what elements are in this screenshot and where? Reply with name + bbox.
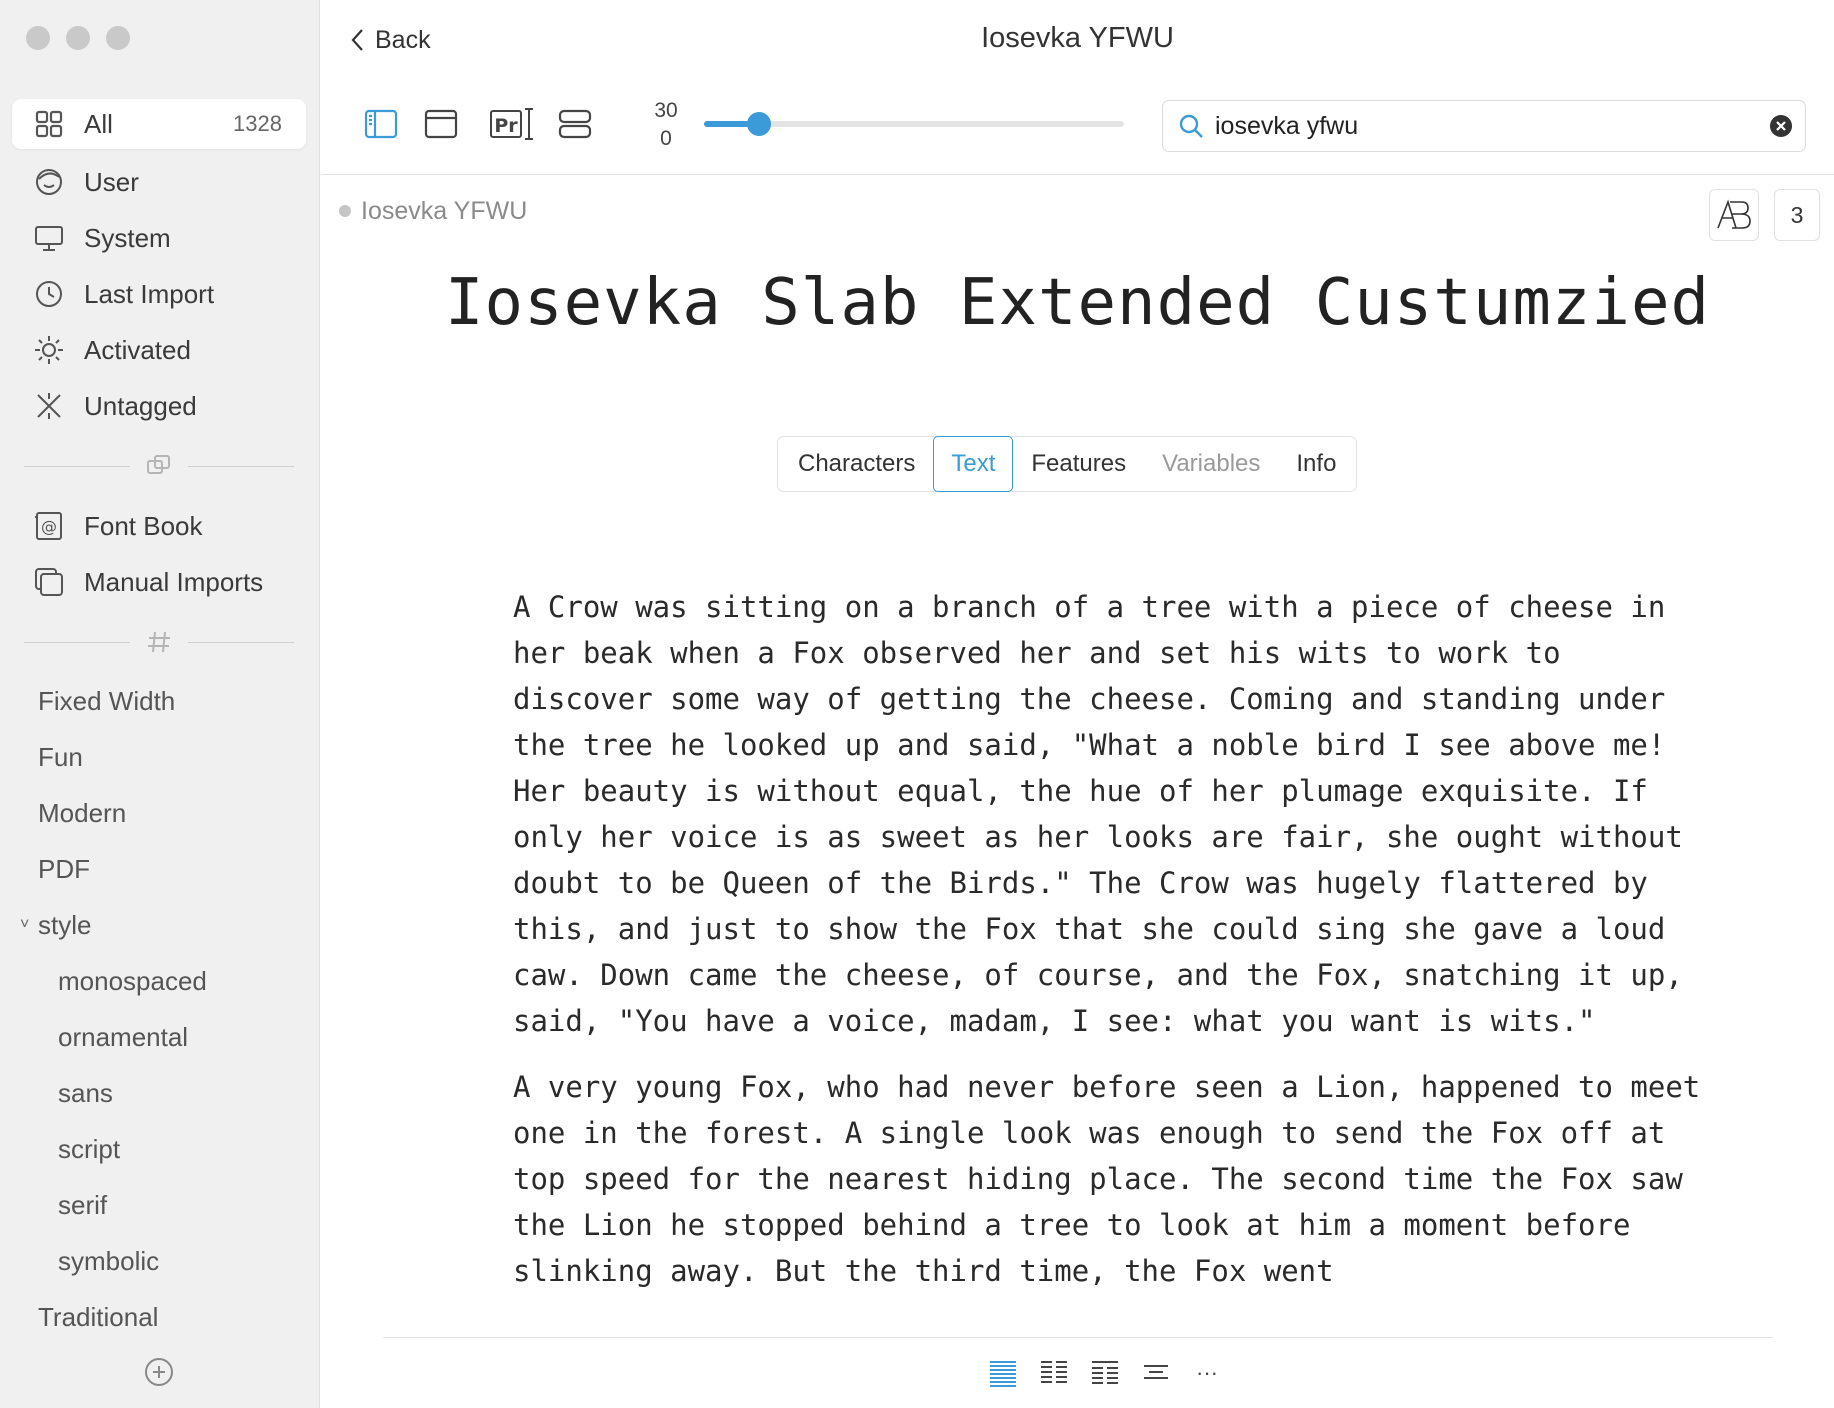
sidebar-item-system[interactable]: System <box>12 213 306 263</box>
search-icon <box>1177 112 1205 140</box>
tag-label: style <box>38 909 92 940</box>
sidebar-item-label: All <box>84 108 113 139</box>
tab-characters[interactable]: Characters <box>780 437 933 491</box>
plus-circle-icon <box>145 1358 173 1386</box>
tag-script[interactable]: script <box>58 1129 120 1169</box>
tab-text[interactable]: Text <box>933 436 1014 492</box>
sidebar: All 1328 User System Last Import Activat… <box>0 0 320 1408</box>
window-title: Iosevka YFWU <box>981 22 1174 54</box>
sidebar-item-font-book[interactable]: @ Font Book <box>12 501 306 551</box>
hash-icon <box>144 627 174 657</box>
clear-search-button[interactable] <box>1769 114 1793 138</box>
align-center-icon <box>1144 1365 1168 1379</box>
tag-modern[interactable]: Modern <box>38 793 126 833</box>
more-options-button[interactable]: ··· <box>1191 1357 1223 1389</box>
style-count-button[interactable]: 3 <box>1774 189 1820 241</box>
status-dot <box>339 205 351 217</box>
svg-text:@: @ <box>41 517 57 536</box>
font-size-min: 0 <box>660 127 672 150</box>
sidebar-item-label: Untagged <box>84 390 197 421</box>
tag-fixed-width[interactable]: Fixed Width <box>38 681 175 721</box>
at-book-icon: @ <box>32 509 66 543</box>
rows-icon <box>558 109 592 139</box>
sidebar-toggle-icon <box>364 109 398 139</box>
sidebar-item-label: System <box>84 222 171 253</box>
add-tag-button[interactable] <box>143 1356 175 1388</box>
search-input[interactable] <box>1215 111 1735 141</box>
tag-sans[interactable]: sans <box>58 1073 113 1113</box>
justify-lines-icon <box>990 1361 1016 1387</box>
slider-knob[interactable] <box>746 112 771 136</box>
tags-divider <box>24 627 294 657</box>
preview-text-icon: Pr <box>490 108 533 140</box>
zoom-window-button[interactable] <box>106 26 130 50</box>
layout-single-column-button[interactable] <box>987 1357 1019 1389</box>
tab-features[interactable]: Features <box>1013 437 1144 491</box>
sidebar-item-activated[interactable]: Activated <box>12 325 306 375</box>
view-list-button[interactable] <box>557 106 593 142</box>
two-columns-icon <box>1041 1361 1067 1383</box>
font-size-slider[interactable] <box>704 112 1124 136</box>
sidebar-item-all[interactable]: All 1328 <box>12 99 306 149</box>
layout-bar: ··· <box>383 1337 1773 1408</box>
layout-header-columns-button[interactable] <box>1089 1357 1121 1389</box>
view-sidebar-button[interactable] <box>363 106 399 142</box>
tag-traditional[interactable]: Traditional <box>38 1297 158 1337</box>
sidebar-item-label: Manual Imports <box>84 566 264 597</box>
sun-icon <box>32 333 66 367</box>
sample-paragraph: A very young Fox, who had never before s… <box>513 1070 1701 1288</box>
font-title: Iosevka Slab Extended Custumzied <box>445 266 1710 340</box>
sidebar-item-manual-imports[interactable]: Manual Imports <box>12 557 306 607</box>
layout-centered-button[interactable] <box>1140 1357 1172 1389</box>
layout-two-column-button[interactable] <box>1038 1357 1070 1389</box>
search-field[interactable] <box>1162 100 1806 152</box>
main-panel: Back Iosevka YFWU Pr 30 0 iosevka yfwu I… <box>321 0 1834 1408</box>
sample-paragraph: A Crow was sitting on a branch of a tree… <box>513 590 1683 1038</box>
font-family-name: Iosevka YFWU <box>361 196 528 225</box>
collection-stack-icon <box>144 451 174 481</box>
sparkle-icon <box>32 389 66 423</box>
tag-fun[interactable]: Fun <box>38 737 83 777</box>
collections-divider <box>24 451 294 481</box>
sidebar-item-user[interactable]: User <box>12 157 306 207</box>
tab-variables[interactable]: Variables <box>1144 437 1278 491</box>
window-controls <box>26 26 130 50</box>
tag-ornamental[interactable]: ornamental <box>58 1017 188 1057</box>
header-columns-icon <box>1092 1361 1118 1384</box>
stacked-squares-icon <box>32 565 66 599</box>
preview-mode-tabs: Characters Text Features Variables Info <box>777 436 1358 492</box>
glyph-preview-button[interactable] <box>1709 189 1759 241</box>
close-window-button[interactable] <box>26 26 50 50</box>
tab-info[interactable]: Info <box>1278 437 1354 491</box>
sidebar-item-label: Last Import <box>84 278 215 309</box>
toolbar-divider <box>321 174 1834 175</box>
sidebar-item-label: Activated <box>84 334 191 365</box>
font-count: 1328 <box>233 111 282 136</box>
clock-icon <box>32 277 66 311</box>
view-preview-text-button[interactable]: Pr <box>489 106 535 142</box>
tag-pdf[interactable]: PDF <box>38 849 90 889</box>
clear-icon <box>1770 115 1792 137</box>
minimize-window-button[interactable] <box>66 26 90 50</box>
user-face-icon <box>32 165 66 199</box>
tag-group-style[interactable]: ˅ style <box>20 905 92 945</box>
sidebar-item-label: Font Book <box>84 510 203 541</box>
tag-serif[interactable]: serif <box>58 1185 107 1225</box>
svg-text:Pr: Pr <box>494 115 518 137</box>
font-family-label: Iosevka YFWU <box>339 194 527 228</box>
chevron-down-icon[interactable]: ˅ <box>20 916 29 934</box>
grid-icon <box>32 107 66 141</box>
tag-monospaced[interactable]: monospaced <box>58 961 207 1001</box>
sidebar-item-last-import[interactable]: Last Import <box>12 269 306 319</box>
font-size-value: 30 <box>654 99 678 122</box>
monitor-icon <box>32 221 66 255</box>
tag-symbolic[interactable]: symbolic <box>58 1241 159 1281</box>
sidebar-item-label: User <box>84 166 139 197</box>
sample-text: A Crow was sitting on a branch of a tree… <box>513 584 1703 1336</box>
view-window-button[interactable] <box>423 106 459 142</box>
window-icon <box>424 109 458 139</box>
sidebar-item-untagged[interactable]: Untagged <box>12 381 306 431</box>
ab-glyph-icon <box>1714 198 1754 232</box>
